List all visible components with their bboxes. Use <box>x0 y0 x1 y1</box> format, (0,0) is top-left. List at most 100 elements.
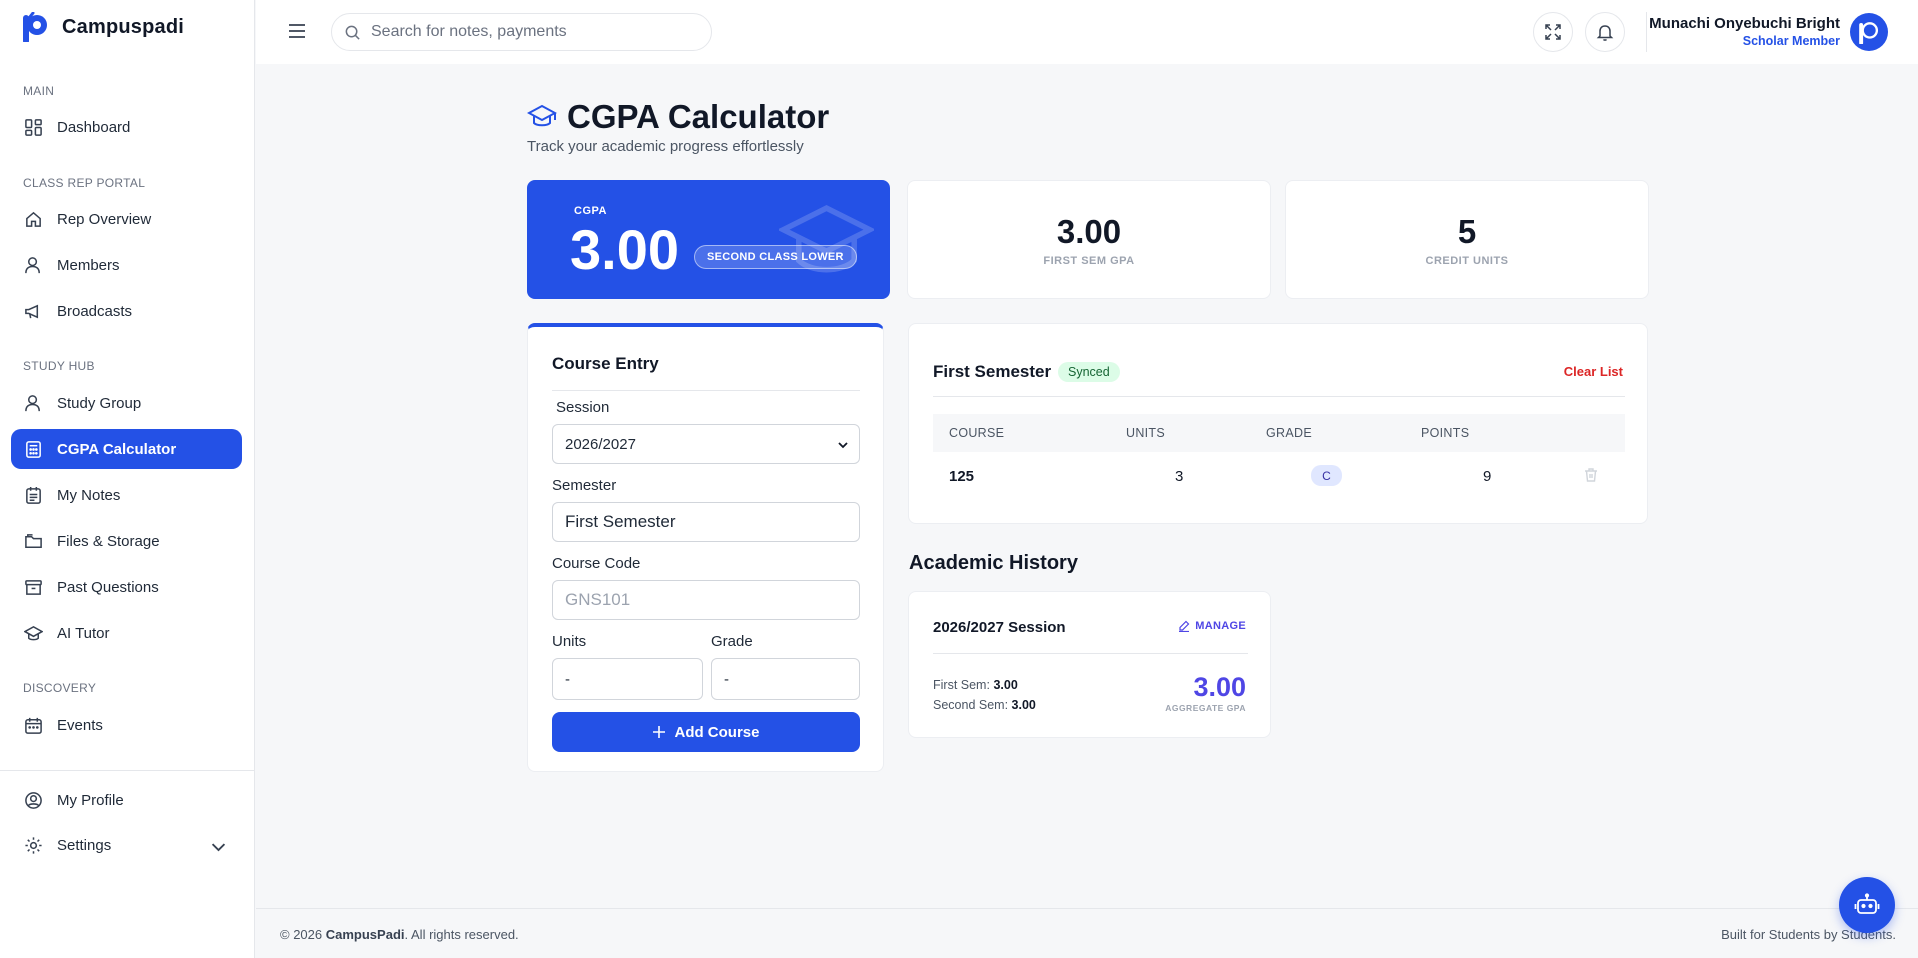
chatbot-button[interactable] <box>1839 877 1895 933</box>
sidebar-item-ai-tutor[interactable]: AI Tutor <box>11 613 242 653</box>
graduation-cap-icon <box>779 205 874 273</box>
synced-badge: Synced <box>1058 362 1120 382</box>
points-cell: 9 <box>1483 468 1492 485</box>
gear-icon <box>25 836 42 854</box>
dashboard-icon <box>25 118 42 136</box>
course-code-placeholder: GNS101 <box>565 590 631 609</box>
user-icon <box>25 256 40 273</box>
avatar[interactable] <box>1850 13 1888 51</box>
add-course-button[interactable]: Add Course <box>552 712 860 752</box>
copyright-suffix: . All rights reserved. <box>404 927 519 942</box>
sidebar-item-settings[interactable]: Settings <box>11 825 242 865</box>
sidebar-divider <box>0 770 255 771</box>
sidebar-item-label: Events <box>57 716 103 734</box>
add-course-label: Add Course <box>674 723 760 741</box>
table-header: COURSE UNITS GRADE POINTS <box>933 414 1625 452</box>
brand-name: Campuspadi <box>62 15 185 38</box>
course-entry-title: Course Entry <box>552 354 659 373</box>
menu-icon[interactable] <box>286 20 308 42</box>
divider <box>552 390 860 391</box>
sidebar-item-my-profile[interactable]: My Profile <box>11 780 242 820</box>
credit-units-value: 5 <box>1457 213 1477 250</box>
manage-button[interactable]: MANAGE <box>1178 620 1246 632</box>
course-code-input[interactable]: GNS101 <box>552 580 860 620</box>
first-sem-gpa-card: 3.00 FIRST SEM GPA <box>907 180 1271 299</box>
sidebar-item-label: My Profile <box>57 791 124 809</box>
section-class-rep: CLASS REP PORTAL <box>23 176 146 190</box>
bell-icon <box>1596 25 1614 41</box>
copyright-brand: CampusPadi <box>325 927 405 942</box>
sidebar-item-my-notes[interactable]: My Notes <box>11 475 242 515</box>
user-menu[interactable]: Munachi Onyebuchi Bright Scholar Member <box>1649 15 1840 48</box>
sidebar-item-label: Study Group <box>57 394 142 412</box>
sidebar-item-label: My Notes <box>57 486 121 504</box>
first-sem-label: First Sem: <box>933 678 990 692</box>
profile-icon <box>25 791 42 809</box>
sidebar-item-past-questions[interactable]: Past Questions <box>11 567 242 607</box>
section-discovery: DISCOVERY <box>23 681 97 695</box>
units-select[interactable]: - <box>552 658 703 700</box>
robot-icon <box>1854 893 1880 914</box>
grade-select[interactable]: - <box>711 658 860 700</box>
graduation-cap-icon <box>24 625 43 640</box>
plus-icon <box>653 726 666 738</box>
second-sem-label: Second Sem: <box>933 698 1009 712</box>
top-bar: Munachi Onyebuchi Bright Scholar Member <box>256 0 1918 64</box>
session-label: Session <box>556 399 610 416</box>
trash-icon[interactable] <box>1583 467 1599 483</box>
notifications-button[interactable] <box>1585 12 1625 52</box>
course-entry-card: Course Entry Session 2026/2027 Semester … <box>527 323 884 772</box>
sidebar-item-label: Rep Overview <box>57 210 152 228</box>
grade-value: - <box>724 670 729 688</box>
sidebar-item-label: Past Questions <box>57 578 159 596</box>
sidebar: Campuspadi MAIN Dashboard CLASS REP PORT… <box>0 0 255 958</box>
fullscreen-button[interactable] <box>1533 12 1573 52</box>
units-label: Units <box>552 633 587 650</box>
units-cell: 3 <box>1175 468 1184 485</box>
column-header: COURSE <box>949 426 1005 440</box>
session-select[interactable]: 2026/2027 <box>552 424 860 464</box>
first-sem-gpa-label: FIRST SEM GPA <box>1043 255 1135 267</box>
sidebar-item-label: Dashboard <box>57 118 131 136</box>
fullscreen-icon <box>1545 24 1561 40</box>
table-row: 125 3 C 9 <box>933 454 1625 498</box>
notes-icon <box>26 486 41 504</box>
sidebar-item-broadcasts[interactable]: Broadcasts <box>11 291 242 331</box>
brand[interactable]: Campuspadi <box>22 12 184 42</box>
aggregate-gpa-label: AGGREGATE GPA <box>1165 703 1246 713</box>
sidebar-item-events[interactable]: Events <box>11 705 242 745</box>
semester-field[interactable]: First Semester <box>552 502 860 542</box>
megaphone-icon <box>25 304 39 318</box>
edit-icon <box>1179 620 1190 632</box>
home-icon <box>26 211 41 227</box>
semester-card: First Semester Synced Clear List COURSE … <box>908 323 1648 524</box>
divider <box>933 396 1625 397</box>
search-bar[interactable] <box>331 13 712 51</box>
column-header: POINTS <box>1421 426 1470 440</box>
aggregate-gpa-value: 3.00 <box>1193 672 1246 702</box>
sidebar-item-dashboard[interactable]: Dashboard <box>11 107 242 147</box>
manage-label: MANAGE <box>1195 620 1246 632</box>
grade-label: Grade <box>711 633 753 650</box>
sidebar-item-rep-overview[interactable]: Rep Overview <box>11 199 242 239</box>
sidebar-item-study-group[interactable]: Study Group <box>11 383 242 423</box>
session-value: 2026/2027 <box>565 435 636 453</box>
column-header: UNITS <box>1126 426 1165 440</box>
sidebar-item-cgpa-calculator[interactable]: CGPA Calculator <box>11 429 242 469</box>
user-name: Munachi Onyebuchi Bright <box>1649 15 1840 32</box>
clear-list-button[interactable]: Clear List <box>1564 364 1623 379</box>
sidebar-item-label: Files & Storage <box>57 532 160 550</box>
copyright: © 2026 CampusPadi. All rights reserved. <box>280 927 519 942</box>
archive-icon <box>25 579 42 595</box>
user-icon <box>25 394 40 411</box>
credit-units-card: 5 CREDIT UNITS <box>1285 180 1649 299</box>
search-input[interactable] <box>371 23 691 41</box>
page-title: CGPA Calculator <box>567 98 830 135</box>
semester-label: Semester <box>552 477 617 494</box>
header-separator <box>1646 12 1647 52</box>
sidebar-item-files-storage[interactable]: Files & Storage <box>11 521 242 561</box>
cgpa-label: CGPA <box>574 205 607 217</box>
semester-value: First Semester <box>565 512 676 531</box>
chevron-down-icon <box>838 442 848 449</box>
sidebar-item-members[interactable]: Members <box>11 245 242 285</box>
